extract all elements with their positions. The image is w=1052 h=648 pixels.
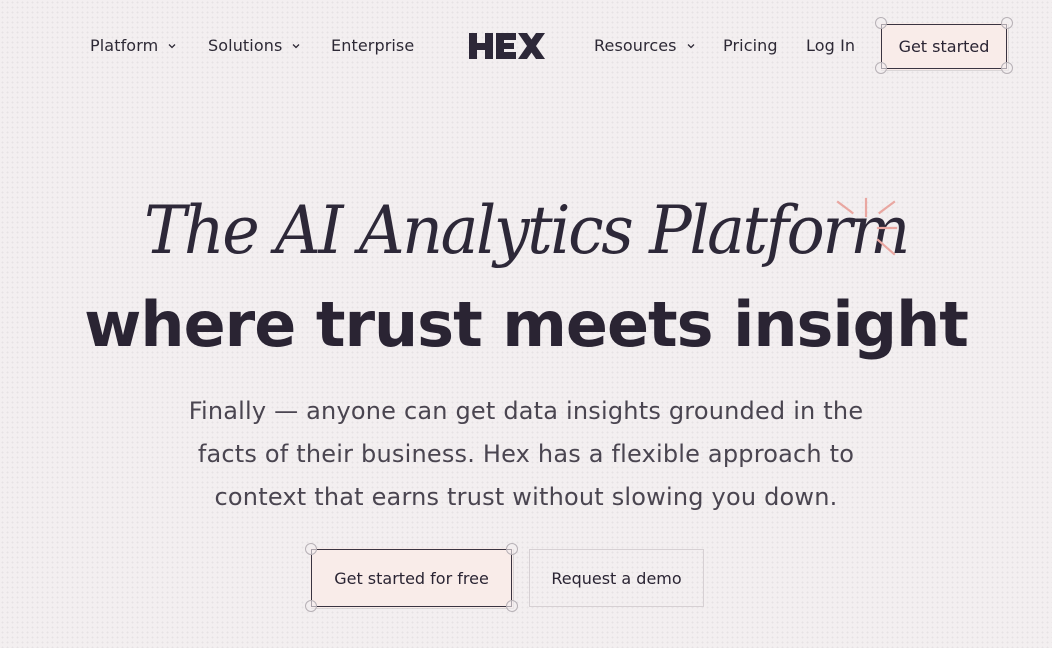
hero-subtext-line: Finally — anyone can get data insights g… xyxy=(188,397,864,425)
top-navigation: Platform Solutions Enterprise Resources … xyxy=(0,0,1052,92)
nav-login[interactable]: Log In xyxy=(806,36,855,55)
hero-subtext-line: facts of their business. Hex has a flexi… xyxy=(197,440,855,468)
nav-resources[interactable]: Resources xyxy=(594,36,697,55)
hex-logo[interactable] xyxy=(468,31,546,61)
corner-handle xyxy=(506,600,518,612)
sparkle-icon xyxy=(834,196,900,262)
chevron-down-icon xyxy=(166,40,178,52)
chevron-down-icon xyxy=(685,40,697,52)
nav-login-label: Log In xyxy=(806,36,856,55)
nav-solutions-label: Solutions xyxy=(208,36,283,55)
hero-subtext: Finally — anyone can get data insights g… xyxy=(0,390,1052,519)
get-started-button[interactable]: Get started xyxy=(881,24,1007,69)
corner-handle xyxy=(1001,62,1013,74)
corner-handle xyxy=(875,17,887,29)
corner-handle xyxy=(305,600,317,612)
nav-solutions[interactable]: Solutions xyxy=(208,36,302,55)
nav-enterprise-label: Enterprise xyxy=(331,36,415,55)
get-started-free-button-label: Get started for free xyxy=(334,568,489,588)
nav-platform-label: Platform xyxy=(90,36,159,55)
corner-handle xyxy=(506,543,518,555)
corner-handle xyxy=(305,543,317,555)
get-started-button-label: Get started xyxy=(898,37,990,56)
nav-enterprise[interactable]: Enterprise xyxy=(331,36,414,55)
chevron-down-icon xyxy=(290,40,302,52)
corner-handle xyxy=(875,62,887,74)
request-demo-button-label: Request a demo xyxy=(551,568,682,588)
nav-platform[interactable]: Platform xyxy=(90,36,178,55)
hero-subtext-line: context that earns trust without slowing… xyxy=(214,483,838,511)
request-demo-button[interactable]: Request a demo xyxy=(529,549,704,607)
nav-pricing[interactable]: Pricing xyxy=(723,36,778,55)
get-started-free-button[interactable]: Get started for free xyxy=(311,549,512,607)
corner-handle xyxy=(1001,17,1013,29)
nav-pricing-label: Pricing xyxy=(723,36,778,55)
hero-headline-bold: where trust meets insight xyxy=(84,288,969,361)
nav-resources-label: Resources xyxy=(594,36,677,55)
